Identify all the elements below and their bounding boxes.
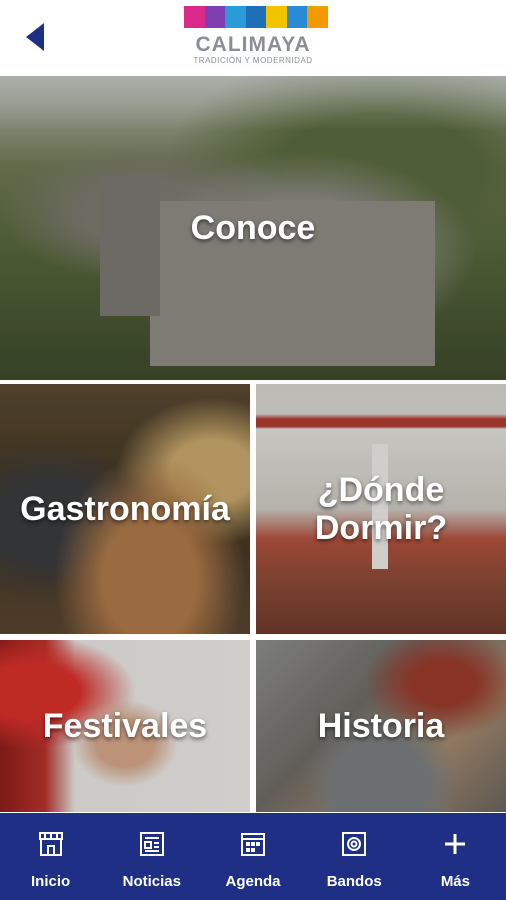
logo-icon-7 bbox=[307, 6, 329, 28]
storefront-icon bbox=[36, 829, 66, 859]
document-seal-icon bbox=[339, 829, 369, 859]
nav-label-noticias: Noticias bbox=[122, 873, 181, 890]
nav-label-inicio: Inicio bbox=[31, 873, 71, 890]
nav-item-noticias[interactable]: Noticias bbox=[101, 813, 202, 900]
calendar-icon bbox=[238, 829, 268, 859]
logo-icon-5 bbox=[266, 6, 287, 28]
nav-label-agenda: Agenda bbox=[225, 873, 281, 890]
tile-label-festivales: Festivales bbox=[42, 707, 208, 745]
nav-item-mas[interactable]: Más bbox=[405, 813, 506, 900]
nav-item-inicio[interactable]: Inicio bbox=[0, 813, 101, 900]
tile-gastronomia[interactable]: Gastronomía bbox=[0, 384, 250, 634]
logo-name: CALIMAYA bbox=[195, 33, 311, 56]
plus-icon bbox=[440, 829, 470, 859]
nav-item-bandos[interactable]: Bandos bbox=[304, 813, 405, 900]
logo-tagline: TRADICIÓN Y MODERNIDAD bbox=[193, 56, 313, 65]
back-arrow-icon bbox=[26, 23, 44, 51]
nav-item-agenda[interactable]: Agenda bbox=[202, 813, 303, 900]
calimaya-logo: CALIMAYA TRADICIÓN Y MODERNIDAD bbox=[178, 6, 329, 72]
logo-icon-4 bbox=[245, 6, 267, 28]
tile-conoce[interactable]: Conoce bbox=[0, 76, 506, 380]
tile-historia[interactable]: Historia bbox=[256, 640, 506, 812]
tile-donde-dormir[interactable]: ¿Dónde Dormir? bbox=[256, 384, 506, 634]
tile-label-historia: Historia bbox=[317, 707, 445, 745]
ruin-wall-photo-2 bbox=[100, 176, 160, 316]
back-button[interactable] bbox=[22, 20, 52, 54]
nav-label-bandos: Bandos bbox=[326, 873, 382, 890]
tile-festivales[interactable]: Festivales bbox=[0, 640, 250, 812]
logo-color-icons bbox=[183, 6, 329, 28]
logo-icon-2 bbox=[204, 6, 226, 28]
logo-icon-3 bbox=[225, 6, 246, 28]
newspaper-icon bbox=[137, 829, 167, 859]
tile-label-donde-dormir: ¿Dónde Dormir? bbox=[314, 471, 448, 547]
logo-icon-1 bbox=[183, 6, 205, 28]
tile-label-gastronomia: Gastronomía bbox=[20, 490, 230, 528]
nav-label-mas: Más bbox=[440, 873, 470, 890]
bottom-navigation: Inicio Noticias Agenda Bandos Más bbox=[0, 813, 506, 900]
app-header: CALIMAYA TRADICIÓN Y MODERNIDAD bbox=[0, 0, 506, 76]
tile-label-conoce: Conoce bbox=[190, 209, 316, 247]
logo-icon-6 bbox=[286, 6, 308, 28]
